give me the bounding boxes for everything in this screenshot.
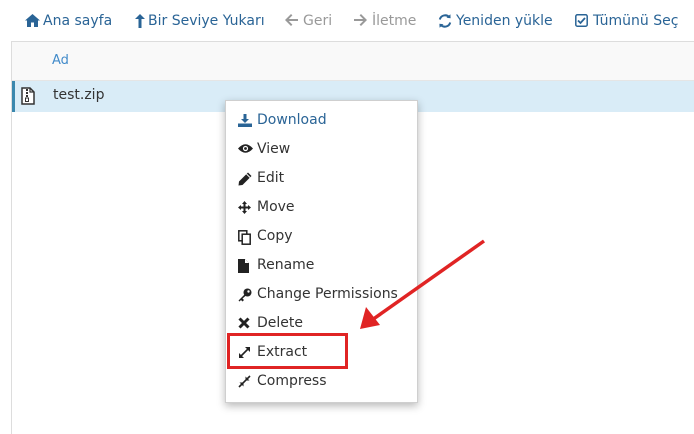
refresh-icon <box>438 14 452 28</box>
arrow-left-icon <box>285 14 298 26</box>
menu-item-extract[interactable]: Extract <box>226 338 417 367</box>
select-all-label: Tümünü Seç <box>593 13 679 29</box>
check-square-icon <box>575 14 588 27</box>
column-name-header[interactable]: Ad <box>52 53 69 68</box>
menu-item-label: Extract <box>257 344 308 360</box>
menu-item-label: Download <box>257 112 327 128</box>
compress-icon <box>238 375 251 388</box>
menu-item-view[interactable]: View <box>226 135 417 164</box>
menu-item-label: Move <box>257 199 295 215</box>
menu-item-edit[interactable]: Edit <box>226 164 417 193</box>
file-list-header: Ad <box>12 42 694 81</box>
menu-item-label: View <box>257 141 291 157</box>
key-icon <box>238 288 252 302</box>
menu-item-label: Delete <box>257 315 303 331</box>
context-menu: Download View Edit Move Copy Rename Chan… <box>225 100 418 403</box>
menu-item-label: Compress <box>257 373 327 389</box>
menu-item-label: Rename <box>257 257 315 273</box>
menu-item-copy[interactable]: Copy <box>226 222 417 251</box>
zip-file-icon <box>21 87 35 105</box>
file-name: test.zip <box>53 87 105 103</box>
level-up-label: Bir Seviye Yukarı <box>148 13 265 29</box>
download-icon <box>238 114 252 127</box>
menu-item-change-permissions[interactable]: Change Permissions <box>226 280 417 309</box>
reload-label: Yeniden yükle <box>456 13 553 29</box>
back-label: Geri <box>303 13 333 29</box>
menu-item-label: Edit <box>257 170 285 186</box>
menu-item-label: Change Permissions <box>257 286 398 302</box>
menu-item-rename[interactable]: Rename <box>226 251 417 280</box>
eye-icon <box>238 144 253 153</box>
delete-x-icon <box>238 317 250 329</box>
forward-label: İletme <box>372 13 417 29</box>
copy-icon <box>238 230 251 245</box>
move-icon <box>238 201 251 214</box>
home-icon <box>25 14 40 27</box>
menu-item-compress[interactable]: Compress <box>226 367 417 396</box>
arrow-right-icon <box>354 14 367 26</box>
menu-item-move[interactable]: Move <box>226 193 417 222</box>
menu-item-download[interactable]: Download <box>226 106 417 135</box>
pencil-icon <box>238 172 252 186</box>
expand-icon <box>239 347 250 358</box>
home-label: Ana sayfa <box>43 13 113 29</box>
level-up-icon <box>135 14 145 28</box>
toolbar: Ana sayfa Bir Seviye Yukarı Geri İletme … <box>0 0 694 41</box>
menu-item-delete[interactable]: Delete <box>226 309 417 338</box>
menu-item-label: Copy <box>257 228 293 244</box>
file-icon <box>238 259 249 273</box>
